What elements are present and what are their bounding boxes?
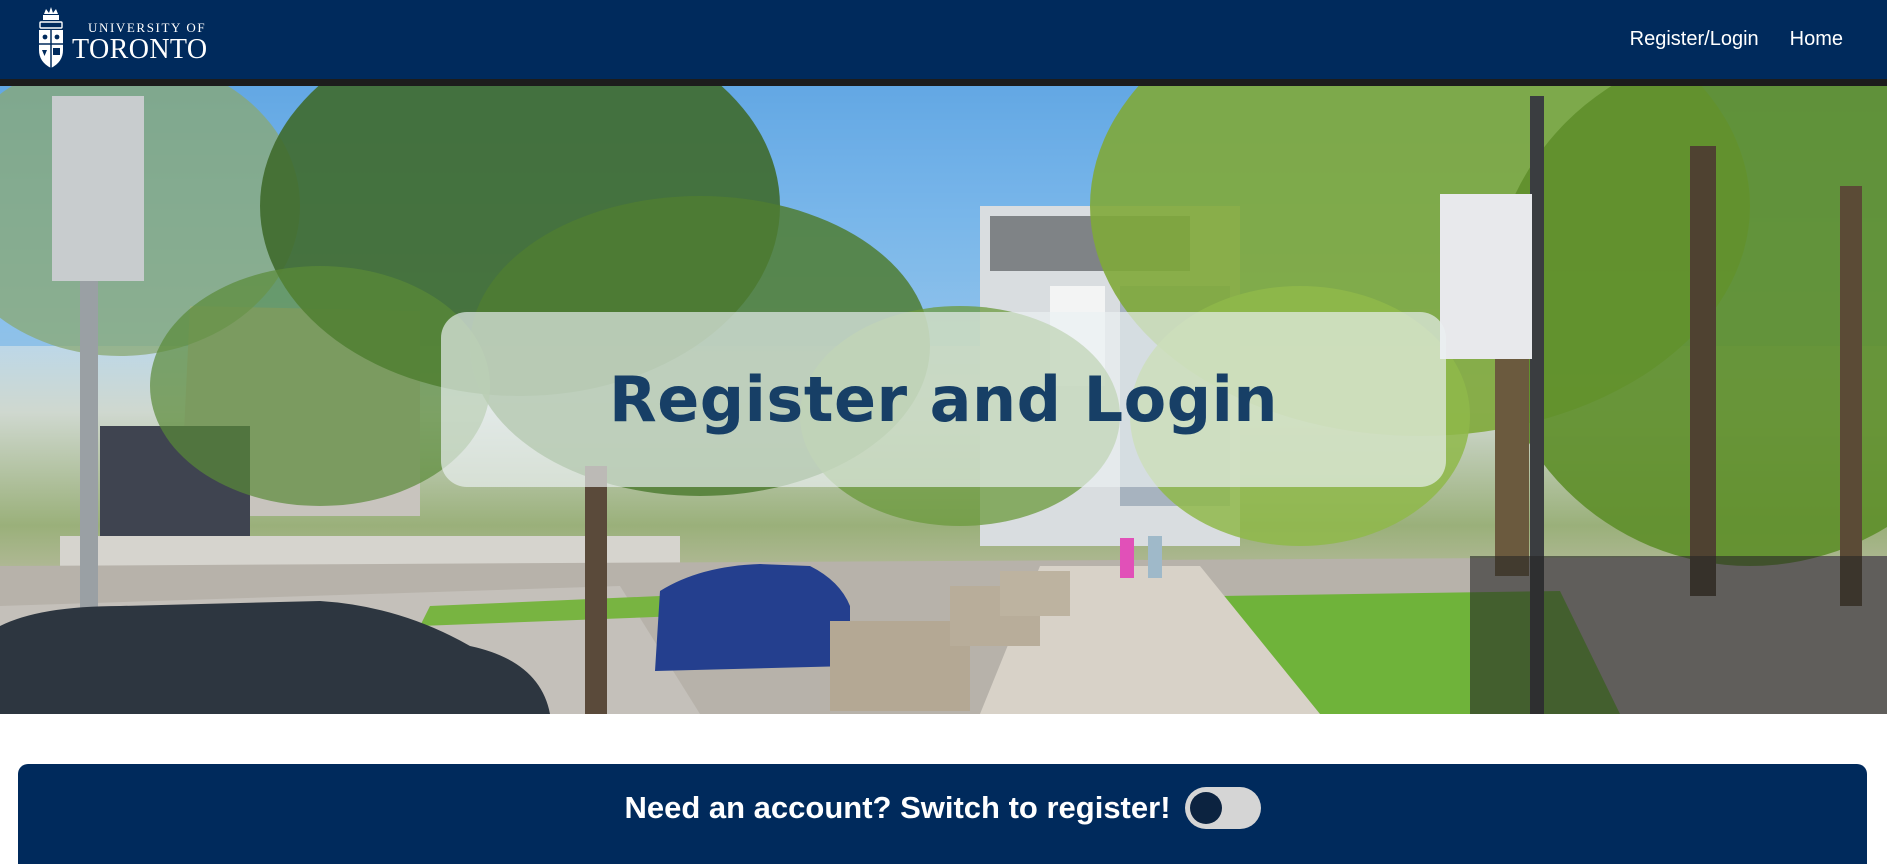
nav-link-home[interactable]: Home: [1790, 28, 1843, 51]
logo-line-toronto: TORONTO: [72, 33, 208, 65]
main-nav: Register/Login Home: [1630, 0, 1843, 79]
university-crest-icon: [39, 7, 63, 68]
top-navbar: UNIVERSITY OF TORONTO Register/Login Hom…: [0, 0, 1887, 79]
page-title: Register and Login: [609, 363, 1278, 436]
register-toggle-switch[interactable]: [1184, 787, 1261, 829]
nav-link-register-login[interactable]: Register/Login: [1630, 28, 1759, 51]
toggle-knob: [1189, 792, 1222, 824]
logo-line-university-of: UNIVERSITY OF: [88, 19, 207, 35]
auth-mode-panel: Need an account? Switch to register!: [18, 764, 1867, 864]
logo-wordmark: UNIVERSITY OF TORONTO: [72, 14, 208, 65]
hero-banner: Register and Login: [0, 86, 1887, 714]
header-divider: [0, 79, 1887, 86]
university-logo[interactable]: UNIVERSITY OF TORONTO: [36, 4, 208, 74]
hero-title-card: Register and Login: [441, 312, 1446, 487]
switch-to-register-label: Need an account? Switch to register!: [624, 790, 1171, 825]
